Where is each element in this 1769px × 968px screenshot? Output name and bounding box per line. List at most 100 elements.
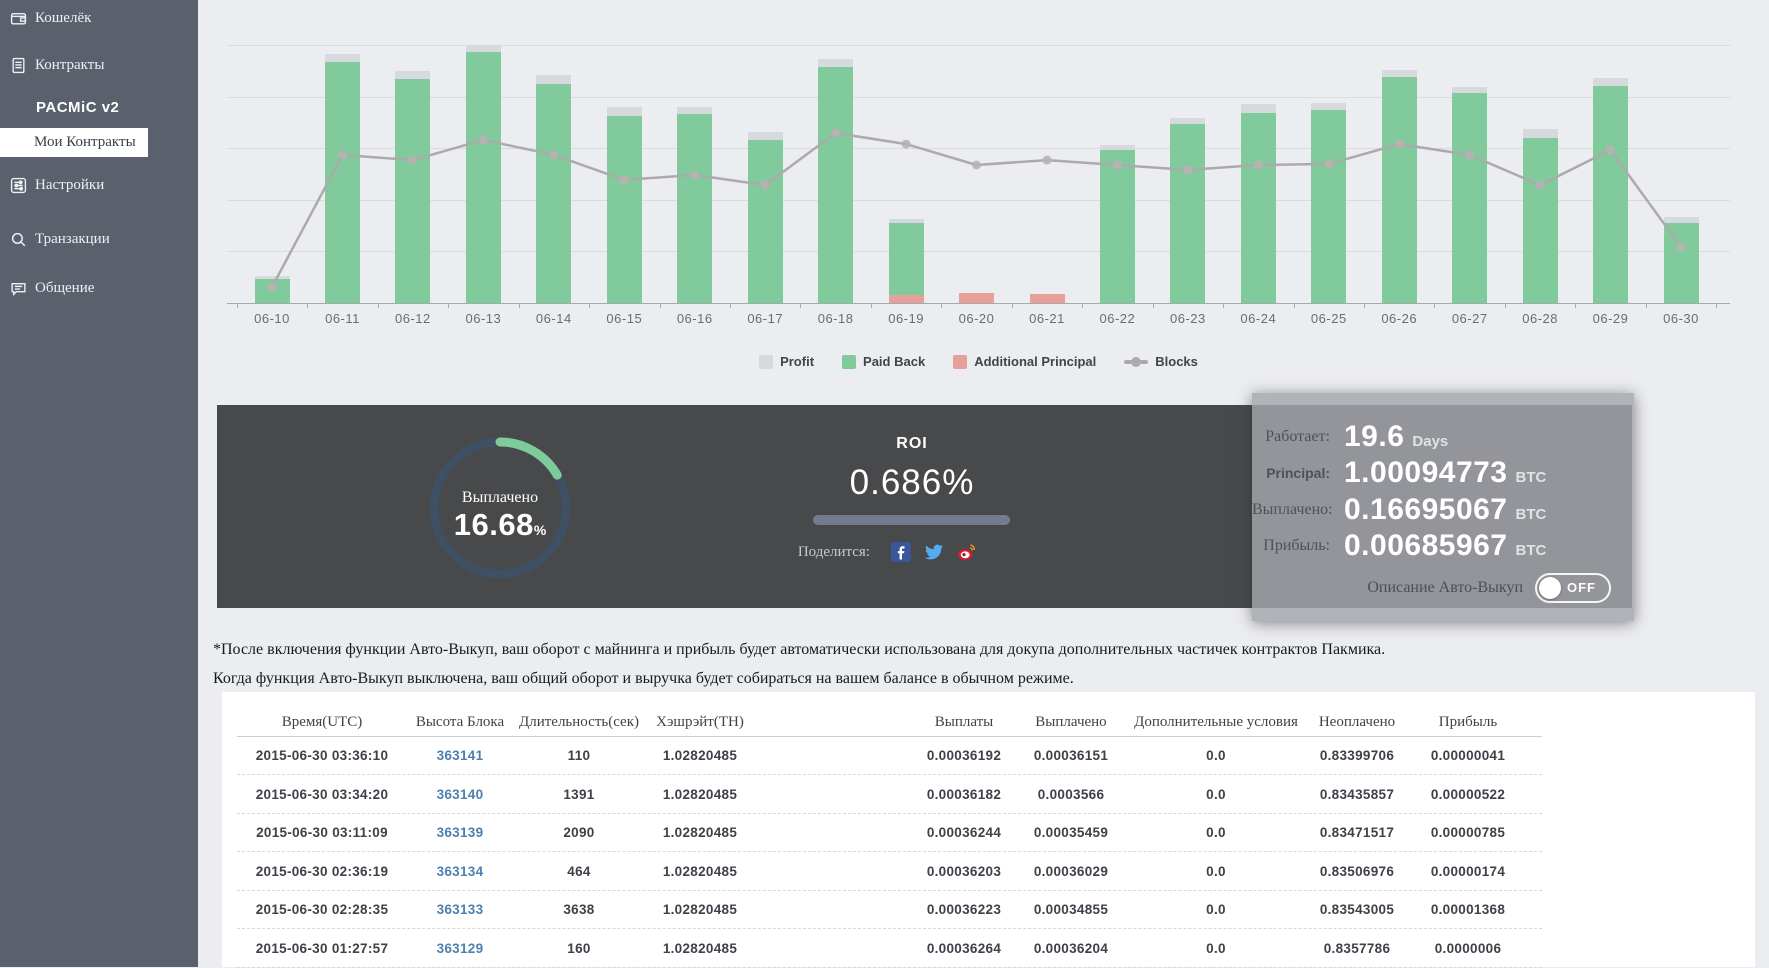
axis-tick xyxy=(1434,303,1435,308)
sidebar-item-5[interactable]: Транзакции xyxy=(0,225,198,253)
table-cell: 0.00000785 xyxy=(1368,825,1568,840)
legend-swatch xyxy=(759,355,773,369)
axis-tick xyxy=(589,303,590,308)
weibo-icon[interactable] xyxy=(957,542,977,562)
stat-row-1: Principal:1.00094773BTC xyxy=(1252,456,1634,490)
stat-value: 19.6 xyxy=(1344,420,1404,454)
paid-ring-unit: % xyxy=(534,522,546,538)
axis-tick xyxy=(237,303,238,308)
x-axis-label: 06-10 xyxy=(236,311,308,326)
settings-icon xyxy=(10,177,27,194)
blocks-line-series xyxy=(227,45,1730,303)
x-axis-label: 06-12 xyxy=(377,311,449,326)
legend-swatch xyxy=(1124,360,1148,364)
legend-label: Blocks xyxy=(1155,354,1198,369)
axis-tick xyxy=(1082,303,1083,308)
stat-unit: BTC xyxy=(1516,498,1547,523)
x-axis-label: 06-19 xyxy=(870,311,942,326)
x-axis-label: 06-30 xyxy=(1645,311,1717,326)
sidebar: Кошелёк Контракты PACMiC v2 Мои Контракты На… xyxy=(0,0,198,967)
axis-tick xyxy=(1646,303,1647,308)
sidebar-item-1[interactable]: Контракты xyxy=(0,51,198,79)
axis-tick xyxy=(1294,303,1295,308)
legend-label: Additional Principal xyxy=(974,354,1096,369)
x-axis-label: 06-25 xyxy=(1293,311,1365,326)
axis-tick xyxy=(1364,303,1365,308)
x-axis-label: 06-21 xyxy=(1011,311,1083,326)
x-axis-label: 06-26 xyxy=(1363,311,1435,326)
table-cell: 0.00000174 xyxy=(1368,864,1568,879)
x-axis-label: 06-11 xyxy=(307,311,379,326)
stat-label: Principal: xyxy=(1252,465,1330,481)
stat-row-2: Выплачено: 0.16695067 BTC xyxy=(1252,493,1634,527)
toggle-state-label: OFF xyxy=(1567,580,1596,595)
sidebar-item-4[interactable]: Настройки xyxy=(0,171,198,199)
x-axis-label: 06-29 xyxy=(1575,311,1647,326)
x-axis-label: 06-27 xyxy=(1434,311,1506,326)
stat-value: 0.00685967 xyxy=(1344,529,1508,563)
axis-tick xyxy=(378,303,379,308)
twitter-icon[interactable] xyxy=(924,542,944,562)
stat-label: Работает: xyxy=(1252,428,1330,446)
sidebar-item-label: Мои Контракты xyxy=(34,134,136,151)
axis-tick xyxy=(1575,303,1576,308)
table-cell: 1.02820485 xyxy=(600,864,800,879)
x-axis-label: 06-13 xyxy=(447,311,519,326)
autobuy-label: Описание Авто-Выкуп xyxy=(1252,579,1523,597)
axis-tick xyxy=(800,303,801,308)
x-axis-label: 06-24 xyxy=(1222,311,1294,326)
x-axis-label: 06-18 xyxy=(800,311,872,326)
autobuy-toggle[interactable]: OFF xyxy=(1535,573,1611,603)
legend-label: Paid Back xyxy=(863,354,925,369)
table-cell: 1.02820485 xyxy=(600,748,800,763)
sidebar-subheader-pacmic[interactable]: PACMiC v2 xyxy=(36,99,119,116)
stat-value: 1.00094773 xyxy=(1344,456,1508,490)
row-divider xyxy=(237,813,1542,814)
legend-swatch xyxy=(842,355,856,369)
axis-tick xyxy=(941,303,942,308)
stat-value: 0.16695067 xyxy=(1344,493,1508,527)
axis-tick xyxy=(1716,303,1717,308)
row-divider xyxy=(237,928,1542,929)
share-row: Поделится: xyxy=(717,541,977,563)
axis-tick xyxy=(448,303,449,308)
legend-item-additional-principal[interactable]: Additional Principal xyxy=(953,354,1096,369)
x-axis-label: 06-15 xyxy=(588,311,660,326)
row-divider xyxy=(237,851,1542,852)
x-axis-label: 06-17 xyxy=(729,311,801,326)
table-cell: 1.02820485 xyxy=(600,825,800,840)
axis-tick xyxy=(1012,303,1013,308)
x-axis-label: 06-28 xyxy=(1504,311,1576,326)
table-cell: 0.00001368 xyxy=(1368,902,1568,917)
table-cell: 1.02820485 xyxy=(600,902,800,917)
table-cell: 1.02820485 xyxy=(600,787,800,802)
sidebar-item-0[interactable]: Кошелёк xyxy=(0,4,198,32)
table-cell: 1.02820485 xyxy=(600,941,800,956)
legend-item-profit[interactable]: Profit xyxy=(759,354,814,369)
legend-item-paid-back[interactable]: Paid Back xyxy=(842,354,925,369)
table-cell: 0.00000522 xyxy=(1368,787,1568,802)
sidebar-item-active-my-contracts[interactable]: Мои Контракты xyxy=(0,128,148,157)
paid-ring-text: Выплачено 16.68% xyxy=(425,489,575,543)
stat-row-3: Прибыль:0.00685967BTC xyxy=(1252,529,1634,563)
paid-ring-value: 16.68 xyxy=(454,507,534,542)
axis-tick xyxy=(871,303,872,308)
legend-label: Profit xyxy=(780,354,814,369)
legend-item-blocks[interactable]: Blocks xyxy=(1124,354,1198,369)
legend-swatch xyxy=(953,355,967,369)
sidebar-item-label: Транзакции xyxy=(35,231,110,248)
chat-icon xyxy=(10,280,27,297)
axis-tick xyxy=(1505,303,1506,308)
axis-tick xyxy=(660,303,661,308)
facebook-icon[interactable] xyxy=(891,542,911,562)
stat-label: Выплачено: xyxy=(1252,501,1330,519)
roi-label: ROI xyxy=(812,435,1012,453)
x-axis-label: 06-23 xyxy=(1152,311,1224,326)
stat-unit: Days xyxy=(1412,425,1448,450)
sidebar-item-6[interactable]: Общение xyxy=(0,274,198,302)
sidebar-item-label: Общение xyxy=(35,280,94,297)
sidebar-item-label: Настройки xyxy=(35,177,104,194)
autobuy-row: Описание Авто-Выкуп OFF xyxy=(1252,573,1634,603)
roi-progress-bar[interactable] xyxy=(813,515,1010,525)
axis-tick xyxy=(1153,303,1154,308)
